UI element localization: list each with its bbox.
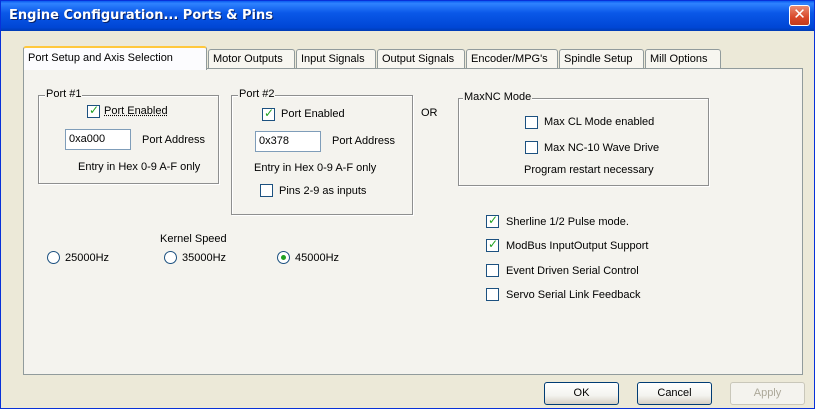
maxnc-nc10-label[interactable]: Max NC-10 Wave Drive [544, 142, 659, 154]
tab-spindle-setup[interactable]: Spindle Setup [559, 49, 644, 68]
cancel-button[interactable]: Cancel [637, 382, 712, 405]
port1-hint: Entry in Hex 0-9 A-F only [78, 161, 201, 173]
port2-address-input[interactable]: 0x378 [255, 131, 321, 152]
modbus-label[interactable]: ModBus InputOutput Support [506, 240, 648, 252]
window-title: Engine Configuration... Ports & Pins [9, 8, 273, 23]
tab-motor-outputs[interactable]: Motor Outputs [208, 49, 295, 68]
port1-address-input[interactable]: 0xa000 [65, 129, 131, 150]
maxnc-note: Program restart necessary [524, 164, 654, 176]
close-icon: ✕ [793, 5, 806, 23]
maxnc-title: MaxNC Mode [463, 91, 533, 103]
maxnc-cl-checkbox[interactable] [525, 116, 538, 129]
tab-encoder-mpg[interactable]: Encoder/MPG's [466, 49, 558, 68]
dialog-window: Engine Configuration... Ports & Pins ✕ P… [0, 0, 815, 409]
or-label: OR [421, 107, 438, 119]
port1-enabled-checkbox[interactable] [87, 103, 100, 118]
port2-pins-checkbox[interactable] [260, 184, 273, 197]
ok-button[interactable]: OK [544, 382, 619, 405]
apply-button[interactable]: Apply [730, 382, 805, 405]
tab-input-signals[interactable]: Input Signals [296, 49, 376, 68]
port2-enabled-label[interactable]: Port Enabled [281, 108, 345, 120]
port2-hint: Entry in Hex 0-9 A-F only [254, 162, 377, 174]
kernel-35000-radio[interactable] [164, 251, 177, 264]
event-serial-label[interactable]: Event Driven Serial Control [506, 265, 639, 277]
tab-output-signals[interactable]: Output Signals [377, 49, 465, 68]
tab-port-setup[interactable]: Port Setup and Axis Selection [23, 46, 207, 70]
port1-address-label: Port Address [142, 134, 205, 146]
port1-enabled-label[interactable]: Port Enabled [104, 105, 168, 117]
kernel-45000-radio[interactable] [277, 251, 290, 264]
sherline-checkbox[interactable] [486, 213, 499, 228]
port2-address-label: Port Address [332, 135, 395, 147]
kernel-45000-label[interactable]: 45000Hz [295, 252, 339, 264]
servo-serial-label[interactable]: Servo Serial Link Feedback [506, 289, 641, 301]
maxnc-nc10-checkbox[interactable] [525, 141, 538, 154]
port2-pins-label[interactable]: Pins 2-9 as inputs [279, 185, 366, 197]
port2-enabled-checkbox[interactable] [262, 106, 275, 121]
kernel-speed-label: Kernel Speed [160, 233, 227, 245]
kernel-25000-label[interactable]: 25000Hz [65, 252, 109, 264]
close-button[interactable]: ✕ [789, 5, 810, 26]
maxnc-cl-label[interactable]: Max CL Mode enabled [544, 116, 654, 128]
kernel-25000-radio[interactable] [47, 251, 60, 264]
title-bar[interactable]: Engine Configuration... Ports & Pins ✕ [1, 1, 814, 31]
modbus-checkbox[interactable] [486, 237, 499, 252]
kernel-35000-label[interactable]: 35000Hz [182, 252, 226, 264]
port1-title: Port #1 [45, 88, 83, 100]
sherline-label[interactable]: Sherline 1/2 Pulse mode. [506, 216, 629, 228]
port2-title: Port #2 [238, 88, 276, 100]
tab-mill-options[interactable]: Mill Options [645, 49, 721, 68]
servo-serial-checkbox[interactable] [486, 288, 499, 301]
event-serial-checkbox[interactable] [486, 264, 499, 277]
